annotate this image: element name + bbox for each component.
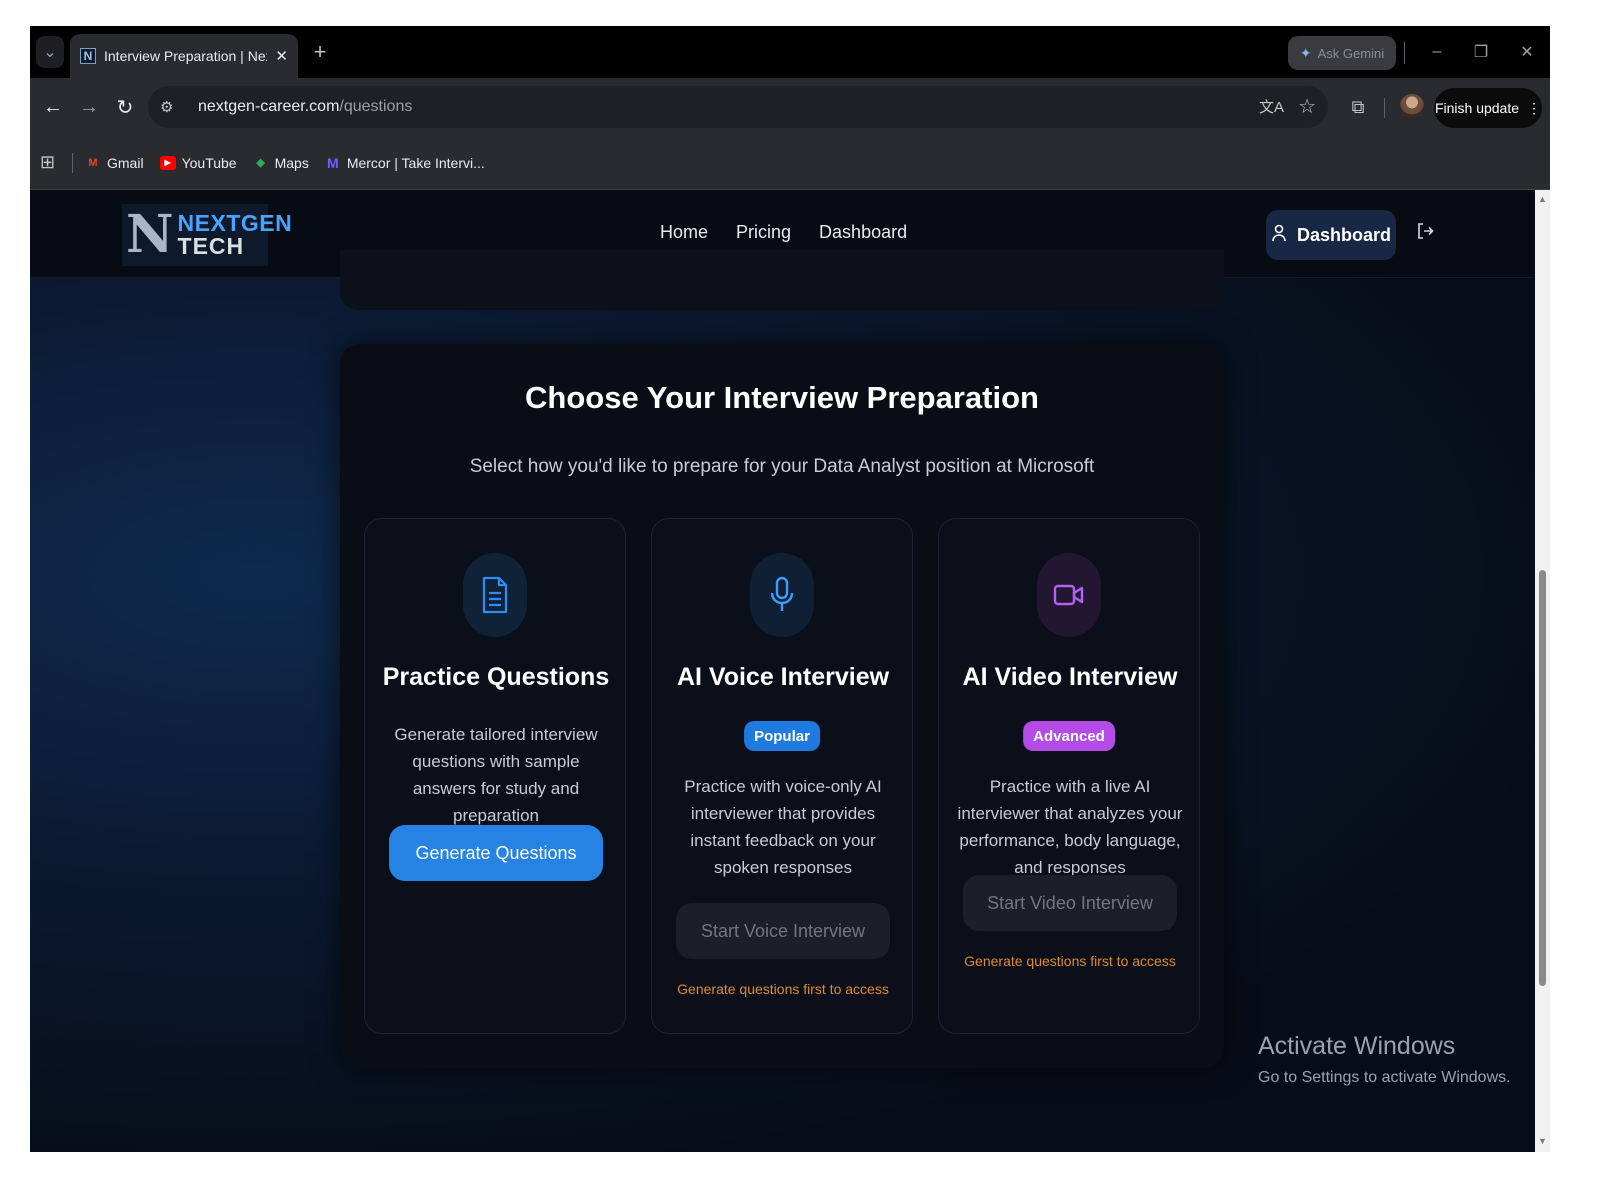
close-window-button[interactable]: ✕	[1512, 38, 1542, 66]
bookmark-label: YouTube	[181, 154, 237, 171]
tab-strip: ⌄ N Interview Preparation | NextGen ✕ + …	[30, 26, 1550, 78]
video-camera-icon	[1037, 553, 1101, 637]
plus-icon: +	[313, 39, 327, 64]
divider	[1384, 98, 1385, 118]
browser-window: ⌄ N Interview Preparation | NextGen ✕ + …	[30, 26, 1550, 1152]
popular-badge: Popular	[744, 721, 820, 751]
scroll-down-icon[interactable]: ▼	[1538, 1136, 1547, 1146]
nav-home[interactable]: Home	[660, 222, 708, 243]
logo-wordmark: NEXTGEN TECH	[178, 212, 293, 258]
divider	[72, 152, 73, 173]
bookmark-mercor[interactable]: M Mercor | Take Intervi...	[325, 155, 485, 171]
browser-toolbar: ← → ↻ ⚙ nextgen-career.com/questions 文A …	[30, 78, 1550, 136]
logo-mark-icon: N	[126, 204, 174, 265]
scroll-up-icon[interactable]: ▲	[1538, 194, 1547, 204]
option-title: AI Video Interview	[962, 663, 1178, 691]
bookmark-star-icon[interactable]: ☆	[1298, 94, 1316, 119]
apps-grid-icon[interactable]: ⊞	[40, 152, 62, 173]
profile-avatar[interactable]	[1400, 94, 1424, 118]
activate-windows-title: Activate Windows	[1258, 1032, 1456, 1060]
option-title: Practice Questions	[382, 663, 610, 691]
dashboard-button-label: Dashboard	[1296, 224, 1392, 245]
youtube-icon: ▶	[159, 155, 176, 170]
nextgen-logo[interactable]: N NEXTGEN TECH	[122, 204, 292, 266]
chevron-down-icon: ⌄	[43, 44, 57, 61]
start-video-interview-button[interactable]: Start Video Interview	[963, 875, 1177, 931]
advanced-badge: Advanced	[1023, 721, 1115, 751]
generate-questions-button[interactable]: Generate Questions	[389, 825, 603, 881]
url-text: nextgen-career.com/questions	[198, 98, 412, 116]
activate-windows-subtitle: Go to Settings to activate Windows.	[1258, 1069, 1511, 1086]
start-voice-interview-button[interactable]: Start Voice Interview	[676, 903, 890, 959]
close-icon: ✕	[1520, 44, 1534, 61]
ask-gemini-label: Ask Gemini	[1317, 45, 1385, 61]
bookmark-label: Gmail	[107, 154, 144, 171]
arrow-right-icon: →	[79, 95, 99, 118]
option-card-practice-questions: Practice Questions Generate tailored int…	[364, 518, 626, 1034]
tab-title: Interview Preparation | NextGen	[104, 48, 267, 64]
page-viewport: N NEXTGEN TECH Home Pricing Dashboard Da…	[30, 190, 1535, 1152]
restore-button[interactable]: ❐	[1466, 38, 1496, 66]
gmail-icon: M	[88, 156, 98, 169]
option-card-video-interview: AI Video Interview Advanced Practice wit…	[938, 518, 1200, 1034]
option-card-voice-interview: AI Voice Interview Popular Practice with…	[651, 518, 913, 1034]
main-nav: Home Pricing Dashboard	[660, 222, 907, 243]
option-description: Practice with a live AI interviewer that…	[957, 777, 1183, 877]
logo-top-text: NEXTGEN	[177, 210, 293, 236]
finish-update-button[interactable]: Finish update ⋮	[1434, 88, 1542, 128]
bookmark-label: Mercor | Take Intervi...	[346, 154, 485, 171]
forward-button[interactable]: →	[74, 92, 104, 122]
ask-gemini-button[interactable]: ✦ Ask Gemini	[1288, 36, 1396, 70]
page-scrollbar[interactable]: ▲ ▼	[1535, 190, 1550, 1152]
bookmark-gmail[interactable]: M Gmail	[85, 154, 144, 171]
activate-windows-watermark: Activate Windows Go to Settings to activ…	[1258, 1032, 1511, 1087]
finish-update-label: Finish update	[1434, 100, 1520, 116]
arrow-left-icon: ←	[43, 95, 63, 118]
microphone-icon	[750, 553, 814, 637]
user-icon	[1271, 224, 1287, 247]
document-icon	[463, 553, 527, 637]
dashboard-button[interactable]: Dashboard	[1266, 210, 1396, 260]
nav-dashboard[interactable]: Dashboard	[819, 222, 907, 243]
address-bar[interactable]: ⚙ nextgen-career.com/questions 文A ☆	[148, 86, 1328, 128]
extensions-icon[interactable]: ⧉	[1344, 92, 1372, 122]
scrollbar-thumb[interactable]	[1539, 570, 1546, 986]
preparation-options-card: Choose Your Interview Preparation Select…	[340, 344, 1224, 1068]
minimize-icon: –	[1432, 43, 1442, 60]
url-host: nextgen-career.com	[198, 98, 340, 115]
previous-section-card	[340, 250, 1224, 310]
more-vertical-icon: ⋮	[1527, 99, 1542, 116]
bookmark-youtube[interactable]: ▶ YouTube	[159, 154, 237, 171]
bookmarks-bar: ⊞ M Gmail ▶ YouTube ◆ Maps M Mercor | Ta…	[30, 136, 1550, 190]
nav-pricing[interactable]: Pricing	[736, 222, 791, 243]
translate-icon[interactable]: 文A	[1259, 96, 1284, 117]
minimize-button[interactable]: –	[1422, 38, 1452, 66]
page-subtitle: Select how you'd like to prepare for you…	[469, 456, 1095, 477]
reload-button[interactable]: ↻	[110, 92, 140, 122]
divider	[1404, 42, 1405, 64]
reload-icon: ↻	[116, 96, 134, 119]
page-title: Choose Your Interview Preparation	[525, 380, 1039, 415]
logout-icon[interactable]	[1416, 222, 1434, 246]
option-title: AI Voice Interview	[676, 663, 890, 691]
tab-interview-preparation[interactable]: N Interview Preparation | NextGen ✕	[70, 34, 298, 78]
bookmark-label: Maps	[274, 154, 309, 171]
mercor-icon: M	[326, 154, 339, 171]
bookmark-maps[interactable]: ◆ Maps	[253, 154, 309, 171]
site-favicon-icon: N	[80, 48, 96, 64]
back-button[interactable]: ←	[38, 92, 68, 122]
logo-bottom-text: TECH	[177, 233, 245, 259]
option-description: Generate tailored interview questions wi…	[394, 725, 598, 825]
access-note: Generate questions first to access	[964, 953, 1176, 969]
gemini-sparkle-icon: ✦	[1299, 44, 1312, 61]
option-description: Practice with voice-only AI interviewer …	[684, 777, 882, 877]
site-info-icon[interactable]: ⚙	[160, 98, 186, 116]
new-tab-button[interactable]: +	[306, 38, 334, 66]
close-tab-icon[interactable]: ✕	[275, 47, 288, 65]
access-note: Generate questions first to access	[677, 981, 889, 997]
maps-icon: ◆	[256, 157, 265, 169]
tab-search-button[interactable]: ⌄	[36, 36, 64, 68]
restore-icon: ❐	[1473, 44, 1489, 61]
url-path: /questions	[339, 98, 413, 115]
